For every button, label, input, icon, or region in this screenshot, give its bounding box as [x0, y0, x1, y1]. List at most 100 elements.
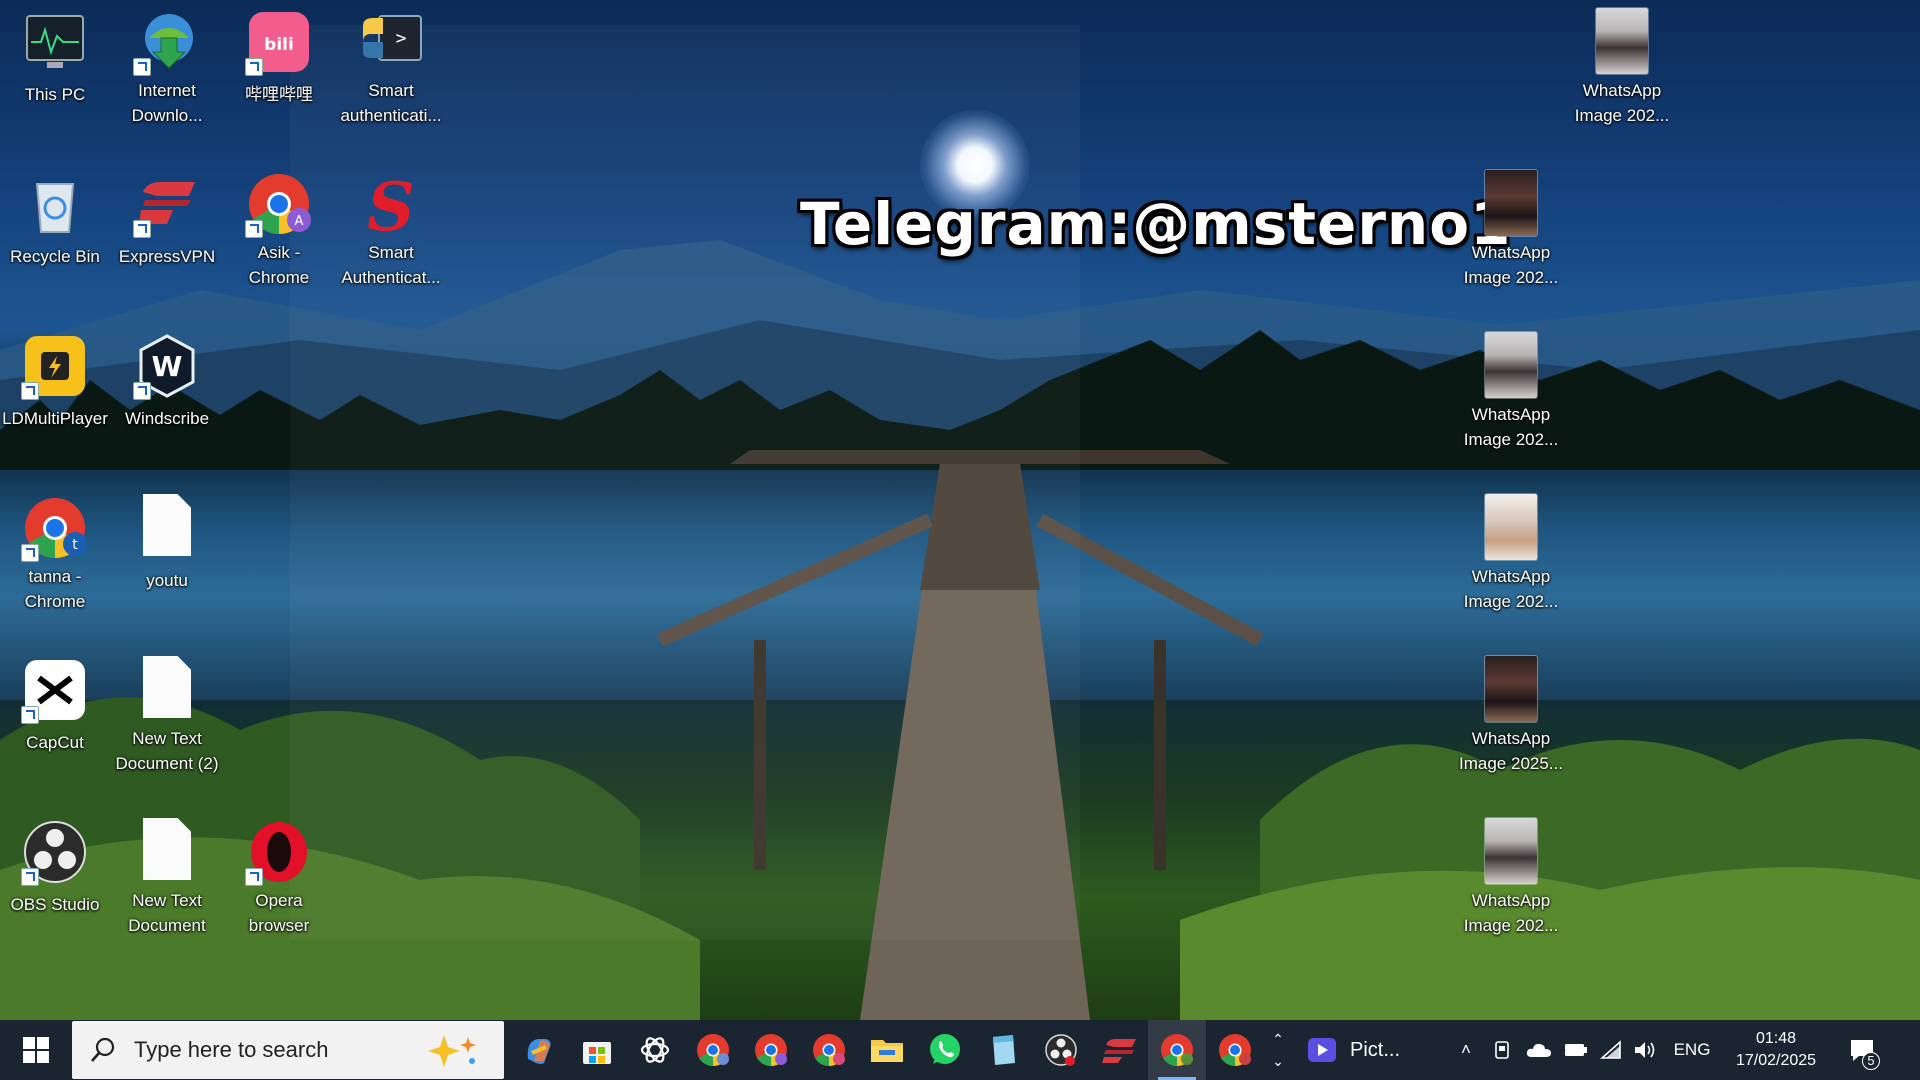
sparkle-icon — [428, 1035, 476, 1067]
icon-label-line2: Authenticat... — [341, 268, 441, 287]
taskbar-photos-app[interactable]: Pict... — [1306, 1020, 1424, 1080]
icon-label-line2: Image 2025... — [1459, 754, 1563, 773]
video-app-icon — [1308, 1038, 1336, 1062]
icon-label-line1: Smart — [368, 81, 414, 100]
ldmultiplayer-icon — [21, 332, 89, 400]
taskbar-chrome-2[interactable] — [742, 1020, 800, 1080]
desktop-icon-asik-chrome[interactable]: A Asik - Chrome — [224, 162, 334, 312]
desktop-icon-capcut[interactable]: CapCut — [0, 648, 110, 798]
icon-label-line1: New Text — [132, 729, 202, 748]
python-script-icon: > — [357, 8, 425, 76]
desktop-icon-smart-authentication-1[interactable]: > Smart authenticati... — [336, 0, 446, 150]
tray-volume[interactable] — [1628, 1020, 1662, 1080]
desktop-icon-new-text-document-2[interactable]: New Text Document (2) — [112, 648, 222, 798]
tray-battery[interactable] — [1558, 1020, 1594, 1080]
icon-label-line2: Document — [128, 916, 206, 935]
tray-language[interactable]: ENG — [1666, 1020, 1718, 1080]
chevron-up-icon: ˄ — [1461, 1040, 1471, 1059]
desktop-icon-tanna-chrome[interactable]: t tanna - Chrome — [0, 486, 110, 636]
shortcut-arrow-icon — [21, 382, 39, 400]
opera-icon — [245, 818, 313, 886]
text-file-icon — [133, 656, 201, 724]
svg-text:>: > — [396, 28, 407, 49]
desktop-icon-whatsapp-image-2[interactable]: WhatsApp Image 202... — [1456, 162, 1566, 312]
battery-icon — [1565, 1044, 1587, 1056]
cloud-icon — [1526, 1043, 1551, 1057]
taskbar-chatgpt[interactable] — [626, 1020, 684, 1080]
taskbar-search-box[interactable]: Type here to search — [72, 1021, 504, 1079]
taskbar-copilot[interactable] — [510, 1020, 568, 1080]
taskbar-expressvpn[interactable] — [1090, 1020, 1148, 1080]
desktop-icon-whatsapp-image-3[interactable]: WhatsApp Image 202... — [1456, 324, 1566, 474]
desktop-icon-obs-studio[interactable]: OBS Studio — [0, 810, 110, 960]
taskbar-overflow-scroll[interactable]: ⌃ ⌄ — [1264, 1020, 1292, 1080]
desktop-icon-youtu-file[interactable]: youtu — [112, 486, 222, 636]
desktop-icon-this-pc[interactable]: This PC — [0, 0, 110, 150]
notification-count-badge: 5 — [1862, 1052, 1880, 1070]
chevron-up-icon: ⌃ — [1272, 1031, 1284, 1047]
shortcut-arrow-icon — [21, 868, 39, 886]
shortcut-arrow-icon — [245, 868, 263, 886]
taskbar-whatsapp[interactable] — [916, 1020, 974, 1080]
copilot-icon — [527, 1039, 551, 1064]
tray-meet-now[interactable] — [1486, 1020, 1520, 1080]
taskbar-chrome-4[interactable] — [1206, 1020, 1264, 1080]
tray-network[interactable] — [1594, 1020, 1628, 1080]
image-thumbnail — [1588, 8, 1656, 76]
desktop-icon-whatsapp-image-6[interactable]: WhatsApp Image 202... — [1456, 810, 1566, 960]
chrome-icon: t — [21, 494, 89, 562]
whatsapp-icon — [930, 1034, 960, 1064]
expressvpn-icon — [133, 170, 201, 238]
taskbar-microsoft-store[interactable] — [568, 1020, 626, 1080]
taskbar-notepad[interactable] — [974, 1020, 1032, 1080]
icon-label-line2: Chrome — [248, 268, 310, 287]
icon-label-line1: Internet — [138, 81, 196, 100]
taskbar-chrome-1[interactable] — [684, 1020, 742, 1080]
desktop-icon-recycle-bin[interactable]: Recycle Bin — [0, 162, 110, 312]
taskbar-file-explorer[interactable] — [858, 1020, 916, 1080]
bilibili-icon: bili — [245, 8, 313, 76]
desktop[interactable]: Telegram:@msterno1 This PC Recycle Bin L… — [0, 0, 1920, 1020]
svg-text:W: W — [152, 350, 183, 383]
icon-label-line2: browser — [248, 916, 310, 935]
desktop-icon-whatsapp-image-1[interactable]: WhatsApp Image 202... — [1567, 0, 1677, 150]
photos-app-label: Pict... — [1350, 1038, 1401, 1061]
start-button[interactable] — [0, 1020, 72, 1080]
shortcut-arrow-icon — [133, 382, 151, 400]
desktop-icon-whatsapp-image-5[interactable]: WhatsApp Image 2025... — [1456, 648, 1566, 798]
taskbar-chrome-active[interactable] — [1148, 1020, 1206, 1080]
search-icon — [91, 1037, 115, 1062]
image-thumbnail — [1477, 332, 1545, 400]
shortcut-arrow-icon — [245, 58, 263, 76]
desktop-icon-smart-authentication-2[interactable]: S Smart Authenticat... — [336, 162, 446, 312]
desktop-icon-whatsapp-image-4[interactable]: WhatsApp Image 202... — [1456, 486, 1566, 636]
icon-label-line2: Image 202... — [1463, 592, 1559, 611]
icon-label-line2: Image 202... — [1463, 916, 1559, 935]
desktop-icon-ldmultiplayer[interactable]: LDMultiPlayer — [0, 324, 110, 474]
image-thumbnail — [1477, 656, 1545, 724]
internet-download-manager-icon — [133, 8, 201, 76]
tray-onedrive[interactable] — [1520, 1020, 1558, 1080]
chrome-icon — [755, 1034, 787, 1067]
desktop-icon-windscribe[interactable]: W Windscribe — [112, 324, 222, 474]
icon-label-line1: WhatsApp — [1582, 81, 1662, 100]
notepad-icon — [993, 1035, 1015, 1065]
desktop-icon-new-text-document[interactable]: New Text Document — [112, 810, 222, 960]
notification-center-button[interactable]: 5 — [1834, 1020, 1890, 1080]
desktop-icon-internet-download-manager[interactable]: Internet Downlo... — [112, 0, 222, 150]
icon-label-line2: Image 202... — [1463, 430, 1559, 449]
icon-label-line2: authenticati... — [340, 106, 442, 125]
chrome-icon: A — [245, 170, 313, 238]
show-hidden-icons-button[interactable]: ˄ — [1446, 1020, 1486, 1080]
chatgpt-icon — [640, 1037, 670, 1063]
desktop-icon-expressvpn[interactable]: ExpressVPN — [112, 162, 222, 312]
desktop-icon-bilibili[interactable]: bili 哔哩哔哩 — [224, 0, 334, 150]
taskbar-obs[interactable] — [1032, 1020, 1090, 1080]
icon-label-line2: Downlo... — [131, 106, 203, 125]
expressvpn-icon — [1102, 1039, 1136, 1063]
taskbar-chrome-3[interactable] — [800, 1020, 858, 1080]
windscribe-icon: W — [133, 332, 201, 400]
desktop-icon-opera-browser[interactable]: Opera browser — [224, 810, 334, 960]
chevron-down-icon: ⌄ — [1272, 1053, 1284, 1069]
tray-clock[interactable]: 01:48 17/02/2025 — [1726, 1020, 1826, 1080]
